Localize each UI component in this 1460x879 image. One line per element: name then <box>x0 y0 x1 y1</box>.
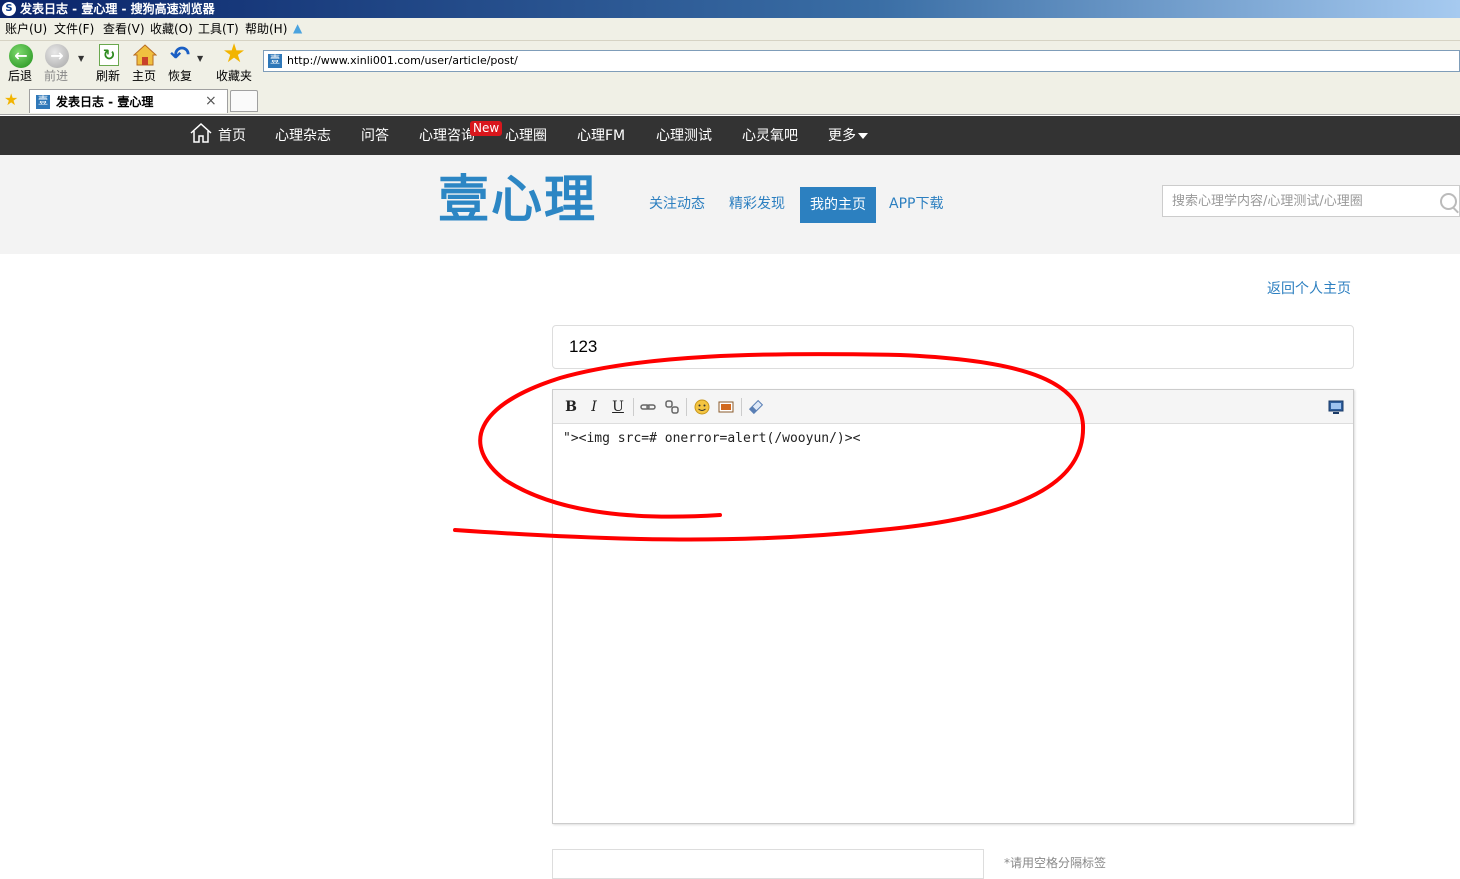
editor-content[interactable]: "><img src=# onerror=alert(/wooyun/)>< <box>563 431 860 447</box>
back-button[interactable]: ← 后退 <box>2 41 38 86</box>
site-header: 壹心理 关注动态 精彩发现 我的主页 APP下载 搜索心理学内容/心理测试/心理… <box>0 155 1460 254</box>
nav-more[interactable]: 更多 <box>828 127 868 145</box>
home-button[interactable]: 主页 <box>126 41 162 86</box>
caret-down-icon <box>858 133 868 139</box>
toolbar-divider <box>686 398 687 416</box>
search-placeholder: 搜索心理学内容/心理测试/心理圈 <box>1172 194 1363 209</box>
emoticon-icon[interactable] <box>693 398 711 416</box>
menu-view[interactable]: 查看(V) <box>103 21 145 37</box>
favorites-star-icon[interactable]: ★ <box>4 91 18 109</box>
new-badge: New <box>470 121 503 136</box>
underline-button[interactable]: U <box>609 398 627 416</box>
nav-qa[interactable]: 问答 <box>361 127 389 145</box>
tab-favicon: 壹 <box>36 95 50 109</box>
url-text[interactable]: http://www.xinli001.com/user/article/pos… <box>287 54 518 68</box>
menu-tools[interactable]: 工具(T) <box>198 21 239 37</box>
window-title: 发表日志 - 壹心理 - 搜狗高速浏览器 <box>20 2 215 16</box>
new-tab-button[interactable] <box>230 90 258 112</box>
forward-button[interactable]: → 前进 <box>38 41 74 86</box>
undo-arrow-icon: ↶ <box>169 41 191 69</box>
menu-favorites[interactable]: 收藏(O) <box>150 21 193 37</box>
restore-button[interactable]: ↶ 恢复 <box>162 41 198 86</box>
refresh-button[interactable]: ↻ 刷新 <box>90 41 126 86</box>
toolbar-divider <box>633 398 634 416</box>
tab-active[interactable]: 壹 发表日志 - 壹心理 × <box>29 89 228 113</box>
nav-oxygen-bar[interactable]: 心灵氧吧 <box>742 127 798 145</box>
bold-button[interactable]: B <box>562 398 580 416</box>
home-outline-icon[interactable] <box>189 122 213 144</box>
rich-text-editor[interactable]: B I U "><img src=# onerror=alert(/wooyun… <box>552 389 1354 824</box>
toolbar-divider <box>741 398 742 416</box>
menu-account[interactable]: 账户(U) <box>5 21 47 37</box>
site-favicon: 壹 <box>268 54 282 68</box>
editor-toolbar: B I U <box>553 390 1353 424</box>
italic-button[interactable]: I <box>585 398 603 416</box>
nav-more-label: 更多 <box>828 128 856 144</box>
site-logo[interactable]: 壹心理 <box>438 169 597 233</box>
skin-shirt-icon[interactable]: ▲ <box>293 22 307 34</box>
refresh-label: 刷新 <box>95 69 120 83</box>
menu-file[interactable]: 文件(F) <box>54 21 94 37</box>
nav-circle[interactable]: 心理圈 <box>505 127 547 145</box>
link-icon[interactable] <box>639 398 657 416</box>
nav-counseling[interactable]: 心理咨询 <box>419 127 475 145</box>
tab-title: 发表日志 - 壹心理 <box>56 95 154 109</box>
back-to-profile-link[interactable]: 返回个人主页 <box>1267 280 1351 298</box>
tags-hint: *请用空格分隔标签 <box>1004 856 1107 870</box>
tab-strip: ★ 壹 发表日志 - 壹心理 × <box>0 88 1460 115</box>
restore-label: 恢复 <box>167 69 192 83</box>
link-following[interactable]: 关注动态 <box>649 195 705 213</box>
link-discover[interactable]: 精彩发现 <box>729 195 785 213</box>
menu-bar: 账户(U) 文件(F) 查看(V) 收藏(O) 工具(T) 帮助(H) ▲ <box>0 18 1460 41</box>
nav-magazine[interactable]: 心理杂志 <box>275 127 331 145</box>
tags-input[interactable] <box>552 849 984 879</box>
nav-tests[interactable]: 心理测试 <box>656 127 712 145</box>
link-app-download[interactable]: APP下载 <box>889 195 943 213</box>
forward-arrow-icon: → <box>45 44 69 68</box>
link-my-home[interactable]: 我的主页 <box>800 187 876 223</box>
star-icon: ★ <box>222 39 246 69</box>
history-dropdown-icon[interactable]: ▼ <box>78 54 84 63</box>
image-icon[interactable] <box>717 398 735 416</box>
tab-close-icon[interactable]: × <box>205 93 217 109</box>
article-title-input[interactable]: 123 <box>552 325 1354 369</box>
house-icon <box>132 43 158 67</box>
favorites-button[interactable]: ★ 收藏夹 <box>214 41 254 86</box>
nav-home[interactable]: 首页 <box>218 127 246 145</box>
restore-dropdown-icon[interactable]: ▼ <box>197 54 203 63</box>
menu-help[interactable]: 帮助(H) <box>245 21 287 37</box>
forward-label: 前进 <box>43 69 68 83</box>
nav-fm[interactable]: 心理FM <box>577 127 625 145</box>
fullscreen-icon[interactable] <box>1327 398 1345 416</box>
eraser-icon[interactable] <box>747 398 765 416</box>
refresh-icon: ↻ <box>99 44 119 66</box>
search-icon[interactable] <box>1440 193 1457 210</box>
search-box[interactable]: 搜索心理学内容/心理测试/心理圈 <box>1162 185 1460 217</box>
sogou-browser-icon: S <box>2 2 16 16</box>
home-label: 主页 <box>131 69 156 83</box>
back-label: 后退 <box>7 69 32 83</box>
favorites-label: 收藏夹 <box>215 69 252 83</box>
window-title-bar: S 发表日志 - 壹心理 - 搜狗高速浏览器 <box>0 0 1460 18</box>
unlink-icon[interactable] <box>663 398 681 416</box>
back-arrow-icon: ← <box>9 44 33 68</box>
address-bar[interactable]: 壹 http://www.xinli001.com/user/article/p… <box>263 50 1460 72</box>
site-nav-bar: 首页 心理杂志 问答 心理咨询 New 心理圈 心理FM 心理测试 心灵氧吧 更… <box>0 116 1460 155</box>
